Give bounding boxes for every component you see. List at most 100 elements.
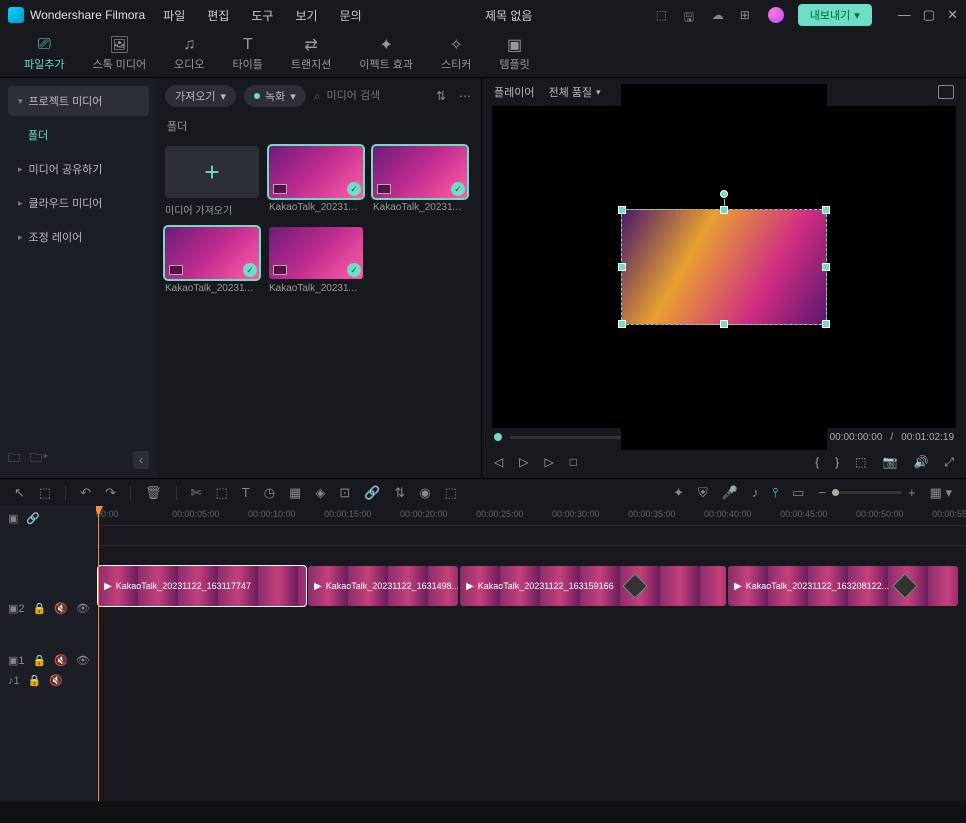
zoom-slider[interactable] [832,491,902,494]
scrub-playhead[interactable] [494,433,502,441]
media-search-input[interactable] [327,90,425,102]
timeline-clip[interactable]: ▶KakaoTalk_20231122_1631498... [308,566,458,606]
new-folder-icon[interactable]: 🗀 [8,449,20,470]
color-tool[interactable]: ▦ [289,485,301,501]
redo-button[interactable]: ↷ [105,485,116,501]
minimize-button[interactable]: — [898,7,911,23]
menu-edit[interactable]: 편집 [207,7,229,24]
resize-handle[interactable] [618,206,626,214]
timeline-link-icon[interactable]: 🔗 [26,512,40,525]
export-button[interactable]: 내보내기 ▾ [798,4,872,26]
media-item[interactable]: ✓KakaoTalk_20231122... [269,227,363,294]
sidebar-folder[interactable]: 폴더 [8,120,149,150]
close-button[interactable]: ✕ [947,7,958,23]
lock-icon[interactable]: 🔒 [33,654,47,667]
maximize-button[interactable]: ▢ [923,7,935,23]
resize-handle[interactable] [822,263,830,271]
detach-tool[interactable]: ⊡ [339,485,350,501]
speed-tool[interactable]: ◷ [264,485,275,501]
rotate-handle[interactable] [720,190,728,198]
sidebar-share-media[interactable]: ▸미디어 공유하기 [8,154,149,184]
marker-shield-icon[interactable]: ⛨ [698,485,708,501]
eye-icon[interactable]: 👁 [76,654,90,667]
media-item[interactable]: ✓KakaoTalk_20231122... [269,146,363,217]
import-dropdown[interactable]: 가져오기 ▾ [165,85,236,107]
timeline-clip[interactable]: ▶KakaoTalk_20231122_163208122... [728,566,958,606]
top-tab-0[interactable]: ⎚파일추가 [24,36,64,72]
cut-tool[interactable]: ✄ [191,485,202,501]
lock-icon[interactable]: 🔒 [28,674,42,687]
zoom-out-button[interactable]: − [818,485,826,500]
camera-icon[interactable]: 📷 [882,455,897,469]
undo-button[interactable]: ↶ [80,485,91,501]
select-tool[interactable]: ⬚ [39,485,51,501]
media-item[interactable]: +미디어 가져오기 [165,146,259,217]
mute-icon[interactable]: 🔇 [54,602,68,615]
player-tab[interactable]: 플레이어 [494,84,534,100]
media-item[interactable]: ✓KakaoTalk_20231122... [165,227,259,294]
cursor-tool[interactable]: ↖ [14,485,25,501]
fullscreen-icon[interactable]: ⤢ [944,455,954,470]
cloud-icon[interactable]: ☁ [712,8,726,22]
video-frame[interactable] [621,209,827,325]
snapshot-toggle-icon[interactable] [938,85,954,99]
quality-dropdown[interactable]: 전체 품질 ▾ [548,84,600,100]
top-tab-7[interactable]: ▣템플릿 [499,36,529,72]
new-bin-icon[interactable]: 🗀⁺ [30,449,48,470]
video-track[interactable]: ▶KakaoTalk_20231122_163117747▶KakaoTalk_… [96,566,966,626]
more-icon[interactable]: ⋯ [457,89,473,103]
music-icon[interactable]: ♪ [752,485,759,500]
resize-handle[interactable] [618,320,626,328]
link-tool[interactable]: 🔗 [364,485,380,501]
menu-tools[interactable]: 도구 [251,7,273,24]
top-tab-1[interactable]: 🖼스톡 미디어 [92,36,146,72]
sidebar-project-media[interactable]: ▾프로젝트 미디어 [8,86,149,116]
resize-handle[interactable] [720,320,728,328]
device-icon[interactable]: ⬚ [656,8,670,22]
collapse-sidebar[interactable]: ‹ [133,451,149,469]
view-mode-icon[interactable]: ▦ ▾ [930,485,952,501]
marker-out-icon[interactable]: ✦ [673,485,684,501]
record-dropdown[interactable]: 녹화 ▾ [244,85,306,107]
menu-file[interactable]: 파일 [163,7,185,24]
keyframe-tool[interactable]: ◈ [315,485,325,501]
next-clip-button[interactable]: ▷ [544,455,553,469]
top-tab-4[interactable]: ⇄트랜지션 [291,36,331,72]
zoom-in-button[interactable]: + [908,485,916,500]
adjust-tool[interactable]: ⇅ [394,485,405,501]
mark-out-button[interactable]: } [835,455,839,469]
delete-button[interactable]: 🗑 [145,485,162,501]
timeline-ruler[interactable]: 00:0000:00:05:0000:00:10:0000:00:15:0000… [96,506,966,526]
resize-handle[interactable] [618,263,626,271]
volume-icon[interactable]: 🔊 [913,455,928,469]
text-tool[interactable]: T [242,485,250,500]
resize-handle[interactable] [822,320,830,328]
top-tab-3[interactable]: T타이틀 [233,36,263,72]
prev-frame-button[interactable]: ◁ [494,455,503,469]
stop-button[interactable]: □ [570,455,577,469]
user-avatar[interactable] [768,7,784,23]
sidebar-adjust-layer[interactable]: ▸조정 레이어 [8,222,149,252]
mixer-icon[interactable]: ⫯ [772,485,778,501]
filter-icon[interactable]: ⇅ [433,89,449,103]
menu-help[interactable]: 문의 [340,7,362,24]
eye-icon[interactable]: 👁 [76,602,90,615]
mute-icon[interactable]: 🔇 [49,674,63,687]
display-icon[interactable]: ⬚ [855,455,866,469]
menu-view[interactable]: 보기 [295,7,317,24]
timeline-clip[interactable]: ▶KakaoTalk_20231122_163159166 [460,566,726,606]
top-tab-6[interactable]: ✧스티커 [441,36,471,72]
play-button[interactable]: ▷ [519,455,528,469]
mute-icon[interactable]: 🔇 [54,654,68,667]
media-item[interactable]: ✓KakaoTalk_20231122... [373,146,467,217]
preview-canvas[interactable] [492,106,956,428]
playhead[interactable] [98,506,99,801]
crop-tool[interactable]: ⬚ [215,485,227,501]
resize-handle[interactable] [822,206,830,214]
mic-icon[interactable]: 🎤 [722,485,738,501]
lock-icon[interactable]: 🔒 [33,602,47,615]
top-tab-5[interactable]: ✦이펙트 효과 [359,36,413,72]
record-tool[interactable]: ⬚ [445,485,457,501]
top-tab-2[interactable]: ♫오디오 [174,36,204,72]
timeline-clip[interactable]: ▶KakaoTalk_20231122_163117747 [98,566,306,606]
